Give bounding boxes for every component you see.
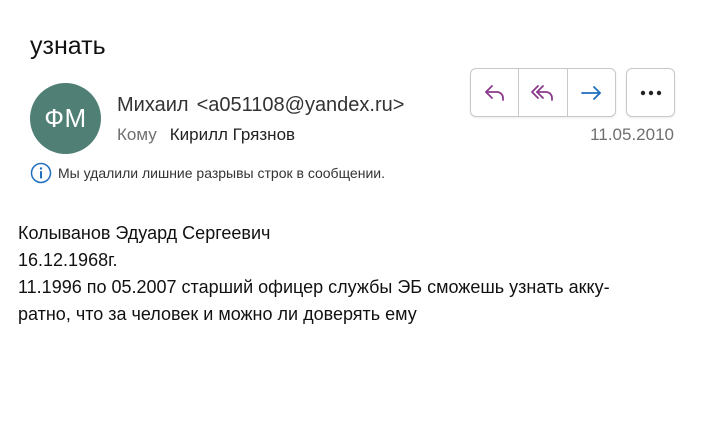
more-actions-button[interactable] [626, 68, 675, 117]
more-dots-icon [640, 90, 661, 95]
reply-all-button[interactable] [518, 69, 566, 116]
email-body: Колыванов Эдуард Сергеевич 16.12.1968г. … [18, 220, 688, 328]
email-subject: узнать [30, 32, 106, 60]
line-breaks-notice: Мы удалили лишние разрывы строк в сообще… [30, 162, 385, 184]
reply-actions-group [470, 68, 616, 117]
body-line: Колыванов Эдуард Сергеевич [18, 223, 271, 243]
email-date: 11.05.2010 [590, 125, 674, 144]
body-line: ратно, что за человек и можно ли доверят… [18, 304, 417, 324]
notice-text: Мы удалили лишние разрывы строк в сообще… [58, 165, 385, 181]
reply-icon [484, 84, 504, 101]
recipient-name[interactable]: Кирилл Грязнов [170, 125, 295, 144]
reply-all-icon [531, 84, 553, 101]
recipient-line: Кому Кирилл Грязнов [117, 124, 295, 146]
sender-email[interactable]: <a051108@yandex.ru> [197, 94, 405, 116]
sender-avatar: ФМ [30, 83, 101, 154]
forward-arrow-icon [581, 85, 602, 100]
info-icon[interactable] [30, 162, 52, 184]
reply-button[interactable] [471, 69, 518, 116]
forward-button[interactable] [566, 69, 615, 116]
sender-line: Михаил <a051108@yandex.ru> [117, 92, 404, 118]
body-line: 11.1996 по 05.2007 старший офицер службы… [18, 277, 610, 297]
avatar-initials: ФМ [44, 103, 87, 133]
body-line: 16.12.1968г. [18, 250, 118, 270]
sender-name[interactable]: Михаил [117, 94, 189, 116]
recipient-label: Кому [117, 125, 157, 144]
